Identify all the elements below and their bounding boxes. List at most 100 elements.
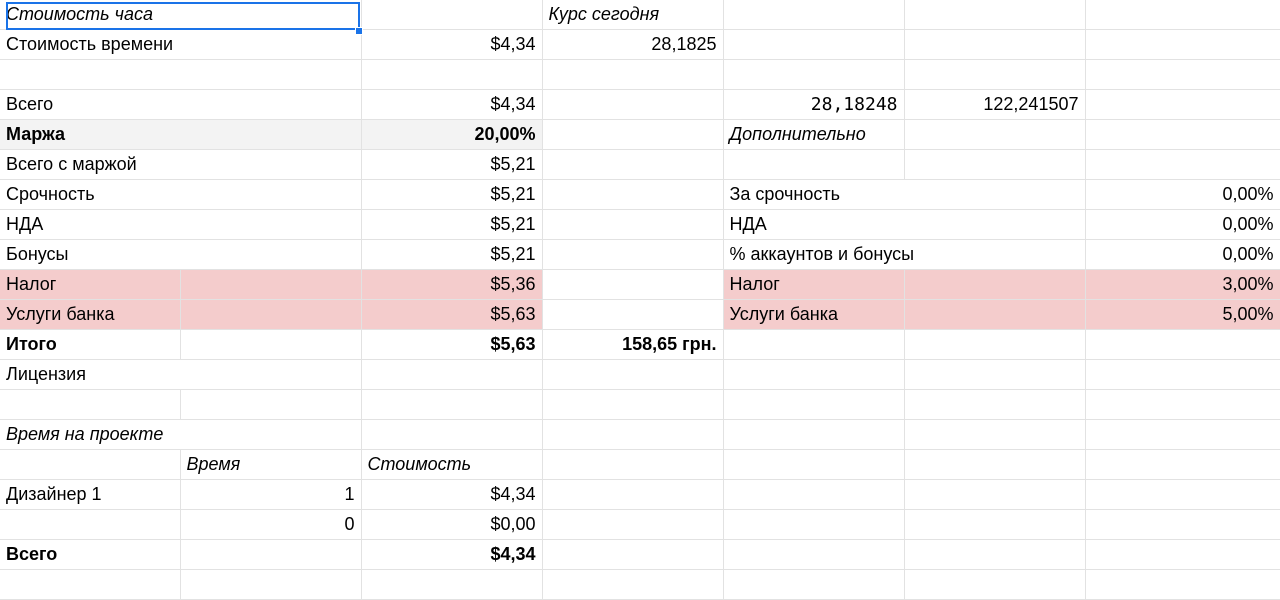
cell-b19[interactable] — [179, 539, 362, 570]
cell-f17[interactable] — [903, 479, 1086, 510]
cell-f3[interactable] — [903, 59, 1086, 90]
cell-c3[interactable] — [360, 59, 543, 90]
cell-d7[interactable] — [541, 179, 724, 210]
cell-c7[interactable]: $5,21 — [360, 179, 543, 210]
cell-g11[interactable]: 5,00% — [1084, 299, 1280, 330]
cell-g7[interactable]: 0,00% — [1084, 179, 1280, 210]
cell-f5[interactable] — [903, 119, 1086, 150]
cell-g3[interactable] — [1084, 59, 1280, 90]
cell-e15[interactable] — [722, 419, 905, 450]
cell-a8[interactable]: НДА — [0, 209, 180, 240]
cell-d19[interactable] — [541, 539, 724, 570]
cell-g13[interactable] — [1084, 359, 1280, 390]
cell-b10[interactable] — [179, 269, 362, 300]
cell-a14[interactable] — [0, 389, 181, 420]
cell-c12[interactable]: $5,63 — [360, 329, 543, 360]
cell-d8[interactable] — [541, 209, 724, 240]
cell-d12[interactable]: 158,65 грн. — [541, 329, 724, 360]
cell-d4[interactable] — [541, 89, 724, 120]
cell-b5[interactable] — [179, 119, 362, 150]
cell-e14[interactable] — [722, 389, 905, 420]
cell-d20[interactable] — [541, 569, 724, 600]
cell-e16[interactable] — [722, 449, 905, 480]
cell-f2[interactable] — [903, 29, 1086, 60]
cell-b17[interactable]: 1 — [179, 479, 362, 510]
cell-e8[interactable]: НДА — [722, 209, 904, 240]
cell-b2[interactable] — [179, 29, 362, 60]
cell-d15[interactable] — [541, 419, 724, 450]
cell-a13[interactable]: Лицензия — [0, 359, 180, 390]
cell-b20[interactable] — [179, 569, 362, 600]
cell-a17[interactable]: Дизайнер 1 — [0, 479, 181, 510]
cell-a9[interactable]: Бонусы — [0, 239, 180, 270]
cell-b1[interactable] — [179, 0, 362, 30]
cell-f6[interactable] — [903, 149, 1086, 180]
cell-e18[interactable] — [722, 509, 905, 540]
cell-b16[interactable]: Время — [179, 449, 362, 480]
cell-a15[interactable]: Время на проекте — [0, 419, 180, 450]
cell-a18[interactable] — [0, 509, 181, 540]
cell-e19[interactable] — [722, 539, 905, 570]
cell-b3[interactable] — [179, 59, 362, 90]
cell-b11[interactable] — [179, 299, 362, 330]
cell-g12[interactable] — [1084, 329, 1280, 360]
cell-e3[interactable] — [722, 59, 905, 90]
cell-b14[interactable] — [179, 389, 362, 420]
cell-f13[interactable] — [903, 359, 1086, 390]
cell-b12[interactable] — [179, 329, 362, 360]
cell-c14[interactable] — [360, 389, 543, 420]
cell-g14[interactable] — [1084, 389, 1280, 420]
cell-d2[interactable]: 28,1825 — [541, 29, 724, 60]
cell-e12[interactable] — [722, 329, 905, 360]
cell-e4[interactable]: 28,18248 — [722, 89, 905, 120]
cell-g17[interactable] — [1084, 479, 1280, 510]
cell-g5[interactable] — [1084, 119, 1280, 150]
cell-e9[interactable]: % аккаунтов и бонусы — [722, 239, 914, 270]
cell-c15[interactable] — [360, 419, 543, 450]
cell-a4[interactable]: Всего — [0, 89, 180, 120]
cell-e6[interactable] — [722, 149, 905, 180]
cell-c4[interactable]: $4,34 — [360, 89, 543, 120]
cell-f19[interactable] — [903, 539, 1086, 570]
cell-d1[interactable]: Курс сегодня — [541, 0, 724, 30]
cell-b8[interactable] — [179, 209, 362, 240]
cell-c8[interactable]: $5,21 — [360, 209, 543, 240]
cell-c1[interactable] — [360, 0, 543, 30]
cell-c6[interactable]: $5,21 — [360, 149, 543, 180]
cell-g20[interactable] — [1084, 569, 1280, 600]
fill-handle[interactable] — [355, 27, 363, 35]
cell-b15[interactable] — [179, 419, 362, 450]
cell-e13[interactable] — [722, 359, 905, 390]
cell-c18[interactable]: $0,00 — [360, 509, 543, 540]
cell-g1[interactable] — [1084, 0, 1280, 30]
cell-c10[interactable]: $5,36 — [360, 269, 543, 300]
cell-b9[interactable] — [179, 239, 362, 270]
cell-d5[interactable] — [541, 119, 724, 150]
cell-a6[interactable]: Всего с маржой — [0, 149, 180, 180]
cell-f20[interactable] — [903, 569, 1086, 600]
cell-b4[interactable] — [179, 89, 362, 120]
cell-c9[interactable]: $5,21 — [360, 239, 543, 270]
cell-c13[interactable] — [360, 359, 543, 390]
cell-d3[interactable] — [541, 59, 724, 90]
cell-a7[interactable]: Срочность — [0, 179, 180, 210]
cell-f12[interactable] — [903, 329, 1086, 360]
cell-a19[interactable]: Всего — [0, 539, 181, 570]
cell-c19[interactable]: $4,34 — [360, 539, 543, 570]
cell-g15[interactable] — [1084, 419, 1280, 450]
cell-d18[interactable] — [541, 509, 724, 540]
cell-d10[interactable] — [541, 269, 724, 300]
cell-a20[interactable] — [0, 569, 181, 600]
cell-g4[interactable] — [1084, 89, 1280, 120]
cell-f15[interactable] — [903, 419, 1086, 450]
cell-f11[interactable] — [903, 299, 1086, 330]
cell-f8[interactable] — [903, 209, 1086, 240]
cell-b18[interactable]: 0 — [179, 509, 362, 540]
cell-a3[interactable] — [0, 59, 180, 90]
cell-a11[interactable]: Услуги банка — [0, 299, 181, 330]
cell-f18[interactable] — [903, 509, 1086, 540]
cell-a10[interactable]: Налог — [0, 269, 181, 300]
cell-f9[interactable] — [903, 239, 1086, 270]
cell-g9[interactable]: 0,00% — [1084, 239, 1280, 270]
cell-f10[interactable] — [903, 269, 1086, 300]
